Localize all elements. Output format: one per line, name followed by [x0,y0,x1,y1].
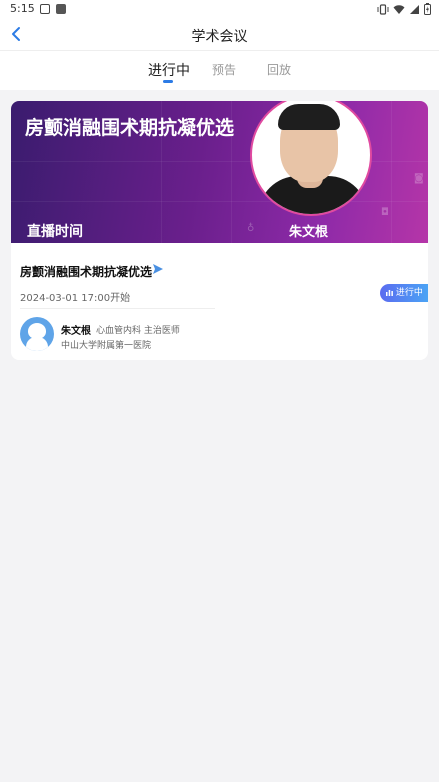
tab-ongoing[interactable]: 进行中 [148,60,190,80]
page-title: 学术会议 [191,29,248,45]
wifi-icon [393,4,405,14]
event-title: 房颤消融围术期抗凝优选 [20,265,153,279]
deco-car-icon: ◙ [414,173,424,184]
tab-bar: 进行中 预告 回放 [0,51,439,90]
tab-upcoming[interactable]: 预告 [212,61,236,78]
vibrate-icon [377,3,389,15]
speaker-name: 朱文根 [61,326,91,337]
status-badge: 进行中 [380,284,428,302]
status-right-icons [377,3,431,15]
deco-flask-icon: ♁ [247,223,255,234]
status-badge-label: 进行中 [395,288,423,298]
app-header: 学术会议 [0,18,439,51]
divider [20,308,215,309]
event-start-time: 2024-03-01 17:00开始 [20,293,131,304]
battery-icon [424,3,431,15]
notification-a-icon [40,4,50,14]
signal-icon [410,4,419,14]
conference-banner[interactable]: ♁ ◘ ◙ 房颤消融围术期抗凝优选 直播时间 朱文根 [11,101,428,243]
status-time: 5:15 [10,2,35,15]
live-bars-icon [386,290,393,296]
deco-bag-icon: ◘ [381,207,389,218]
speaker-hospital: 中山大学附属第一医院 [61,341,152,351]
speaker-photo [250,101,372,216]
banner-title: 房颤消融围术期抗凝优选 [25,117,235,139]
banner-live-label: 直播时间 [27,224,83,240]
avatar [20,317,54,351]
banner-speaker-name: 朱文根 [289,225,329,240]
speaker-department: 心血管内科 主治医师 [96,326,180,336]
tab-indicator [163,80,173,83]
conference-info: 房颤消融围术期抗凝优选 2024-03-01 17:00开始 进行中 朱文根 心… [11,243,428,360]
share-icon[interactable] [152,263,164,275]
tab-replay[interactable]: 回放 [267,61,291,78]
status-bar: 5:15 [0,0,439,18]
notification-app-icon [56,4,66,14]
conference-card[interactable]: ♁ ◘ ◙ 房颤消融围术期抗凝优选 直播时间 朱文根 房颤消融围术期抗凝优选 2… [11,101,428,360]
